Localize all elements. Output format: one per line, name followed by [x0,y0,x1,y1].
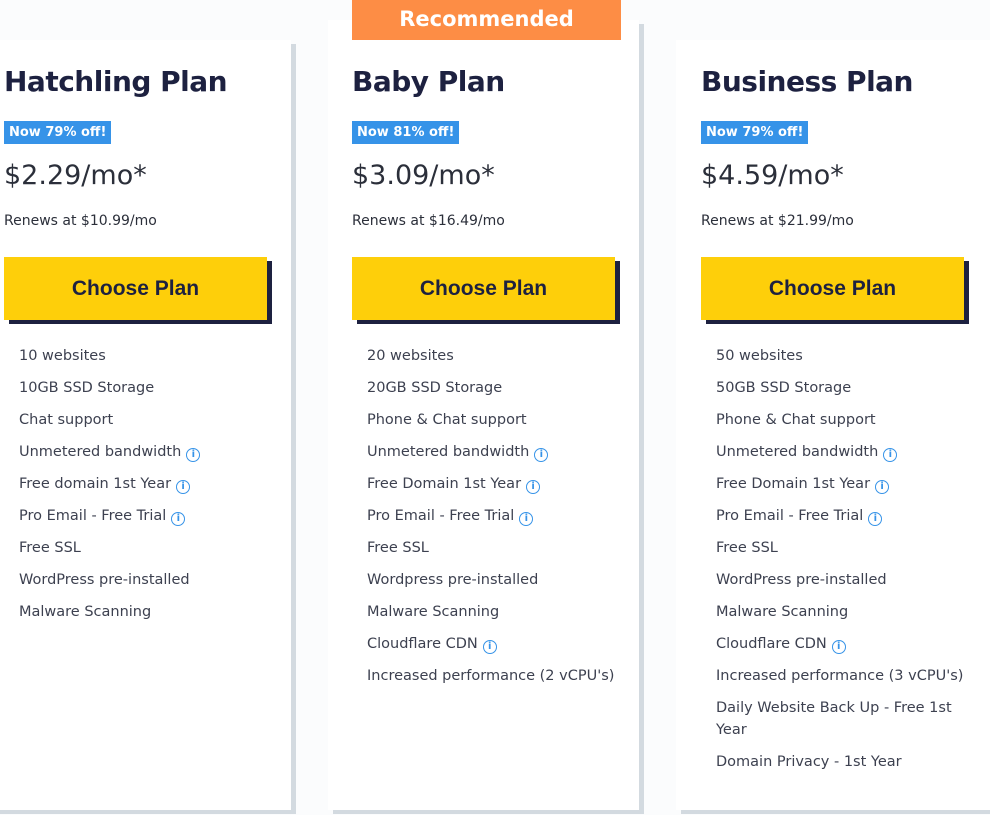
info-icon[interactable]: i [875,480,890,494]
feature-item: Increased performance (3 vCPU's) [716,665,976,687]
feature-item: Domain Privacy - 1st Year [716,751,976,773]
info-icon[interactable]: i [186,448,201,462]
feature-text: 50 websites [716,348,803,364]
feature-item: Free SSL [367,537,627,559]
feature-text: Free SSL [19,540,81,556]
feature-item: Unmetered bandwidth i [367,441,627,463]
feature-text: Cloudflare CDN [367,636,478,652]
feature-text: Malware Scanning [716,604,849,620]
info-icon[interactable]: i [534,448,549,462]
plan-price: $2.29/mo* [4,160,147,191]
info-icon[interactable]: i [519,512,534,526]
feature-text: 10GB SSD Storage [19,380,155,396]
feature-text: Pro Email - Free Trial [19,508,167,524]
feature-item: WordPress pre-installed [19,569,279,591]
feature-item: Pro Email - Free Trial i [367,505,627,527]
feature-item: Malware Scanning [367,601,627,623]
feature-item: Free domain 1st Year i [19,473,279,495]
choose-plan-button[interactable]: Choose Plan [701,257,964,320]
feature-item: Free Domain 1st Year i [367,473,627,495]
plan-card-baby: Baby Plan Now 81% off! $3.09/mo* Renews … [328,20,639,810]
plan-title: Business Plan [701,65,914,98]
feature-list: 20 websites 20GB SSD Storage Phone & Chat … [367,345,627,697]
feature-text: Phone & Chat support [716,412,876,428]
feature-text: Wordpress pre-installed [367,572,539,588]
feature-item: Malware Scanning [716,601,976,623]
feature-text: Free Domain 1st Year [367,476,522,492]
feature-text: WordPress pre-installed [19,572,190,588]
feature-item: Wordpress pre-installed [367,569,627,591]
feature-list: 50 websites 50GB SSD Storage Phone & Chat … [716,345,976,783]
plan-price: $4.59/mo* [701,160,844,191]
feature-list: 10 websites 10GB SSD Storage Chat support U… [19,345,279,633]
plan-title: Hatchling Plan [4,65,228,98]
plan-card-business: Business Plan Now 79% off! $4.59/mo* Ren… [676,40,990,810]
feature-text: 50GB SSD Storage [716,380,852,396]
renewal-price: Renews at $21.99/mo [701,213,854,229]
feature-item: Unmetered bandwidth i [19,441,279,463]
feature-text: Phone & Chat support [367,412,527,428]
plan-title: Baby Plan [352,65,505,98]
feature-item: 20 websites [367,345,627,367]
feature-item: 50 websites [716,345,976,367]
feature-item: Increased performance (2 vCPU's) [367,665,627,687]
choose-plan-button[interactable]: Choose Plan [352,257,615,320]
feature-text: Increased performance (2 vCPU's) [367,668,615,684]
feature-item: 50GB SSD Storage [716,377,976,399]
feature-item: 10 websites [19,345,279,367]
plan-price: $3.09/mo* [352,160,495,191]
feature-text: Free SSL [716,540,778,556]
feature-text: Pro Email - Free Trial [716,508,864,524]
info-icon[interactable]: i [526,480,541,494]
feature-text: Unmetered bandwidth [367,444,530,460]
feature-item: Phone & Chat support [367,409,627,431]
plan-card-hatchling: Hatchling Plan Now 79% off! $2.29/mo* Re… [0,40,291,810]
feature-text: Pro Email - Free Trial [367,508,515,524]
feature-item: Unmetered bandwidth i [716,441,976,463]
feature-item: Malware Scanning [19,601,279,623]
info-icon[interactable]: i [883,448,898,462]
feature-text: Unmetered bandwidth [716,444,879,460]
info-icon[interactable]: i [831,640,846,654]
recommended-banner: Recommended [352,0,621,40]
renewal-price: Renews at $16.49/mo [352,213,505,229]
feature-item: Cloudflare CDN i [716,633,976,655]
feature-item: 10GB SSD Storage [19,377,279,399]
feature-text: Free Domain 1st Year [716,476,871,492]
feature-text: Daily Website Back Up - Free 1st Year [716,700,952,738]
feature-text: Cloudflare CDN [716,636,827,652]
feature-text: 20GB SSD Storage [367,380,503,396]
info-icon[interactable]: i [171,512,186,526]
feature-text: Increased performance (3 vCPU's) [716,668,964,684]
feature-item: Free SSL [19,537,279,559]
feature-text: WordPress pre-installed [716,572,887,588]
feature-item: Chat support [19,409,279,431]
feature-text: 10 websites [19,348,106,364]
feature-item: Free SSL [716,537,976,559]
feature-item: Daily Website Back Up - Free 1st Year [716,697,976,741]
info-icon[interactable]: i [868,512,883,526]
info-icon[interactable]: i [176,480,191,494]
info-icon[interactable]: i [482,640,497,654]
feature-text: Malware Scanning [19,604,152,620]
feature-text: Malware Scanning [367,604,500,620]
feature-item: Pro Email - Free Trial i [19,505,279,527]
feature-item: Cloudflare CDN i [367,633,627,655]
renewal-price: Renews at $10.99/mo [4,213,157,229]
feature-item: 20GB SSD Storage [367,377,627,399]
feature-item: WordPress pre-installed [716,569,976,591]
choose-plan-button[interactable]: Choose Plan [4,257,267,320]
feature-item: Pro Email - Free Trial i [716,505,976,527]
feature-text: Free SSL [367,540,429,556]
discount-badge: Now 81% off! [352,121,460,144]
discount-badge: Now 79% off! [701,121,809,144]
feature-item: Free Domain 1st Year i [716,473,976,495]
feature-text: 20 websites [367,348,454,364]
feature-text: Chat support [19,412,114,428]
feature-text: Unmetered bandwidth [19,444,182,460]
feature-text: Free domain 1st Year [19,476,172,492]
discount-badge: Now 79% off! [4,121,112,144]
feature-item: Phone & Chat support [716,409,976,431]
feature-text: Domain Privacy - 1st Year [716,754,902,770]
